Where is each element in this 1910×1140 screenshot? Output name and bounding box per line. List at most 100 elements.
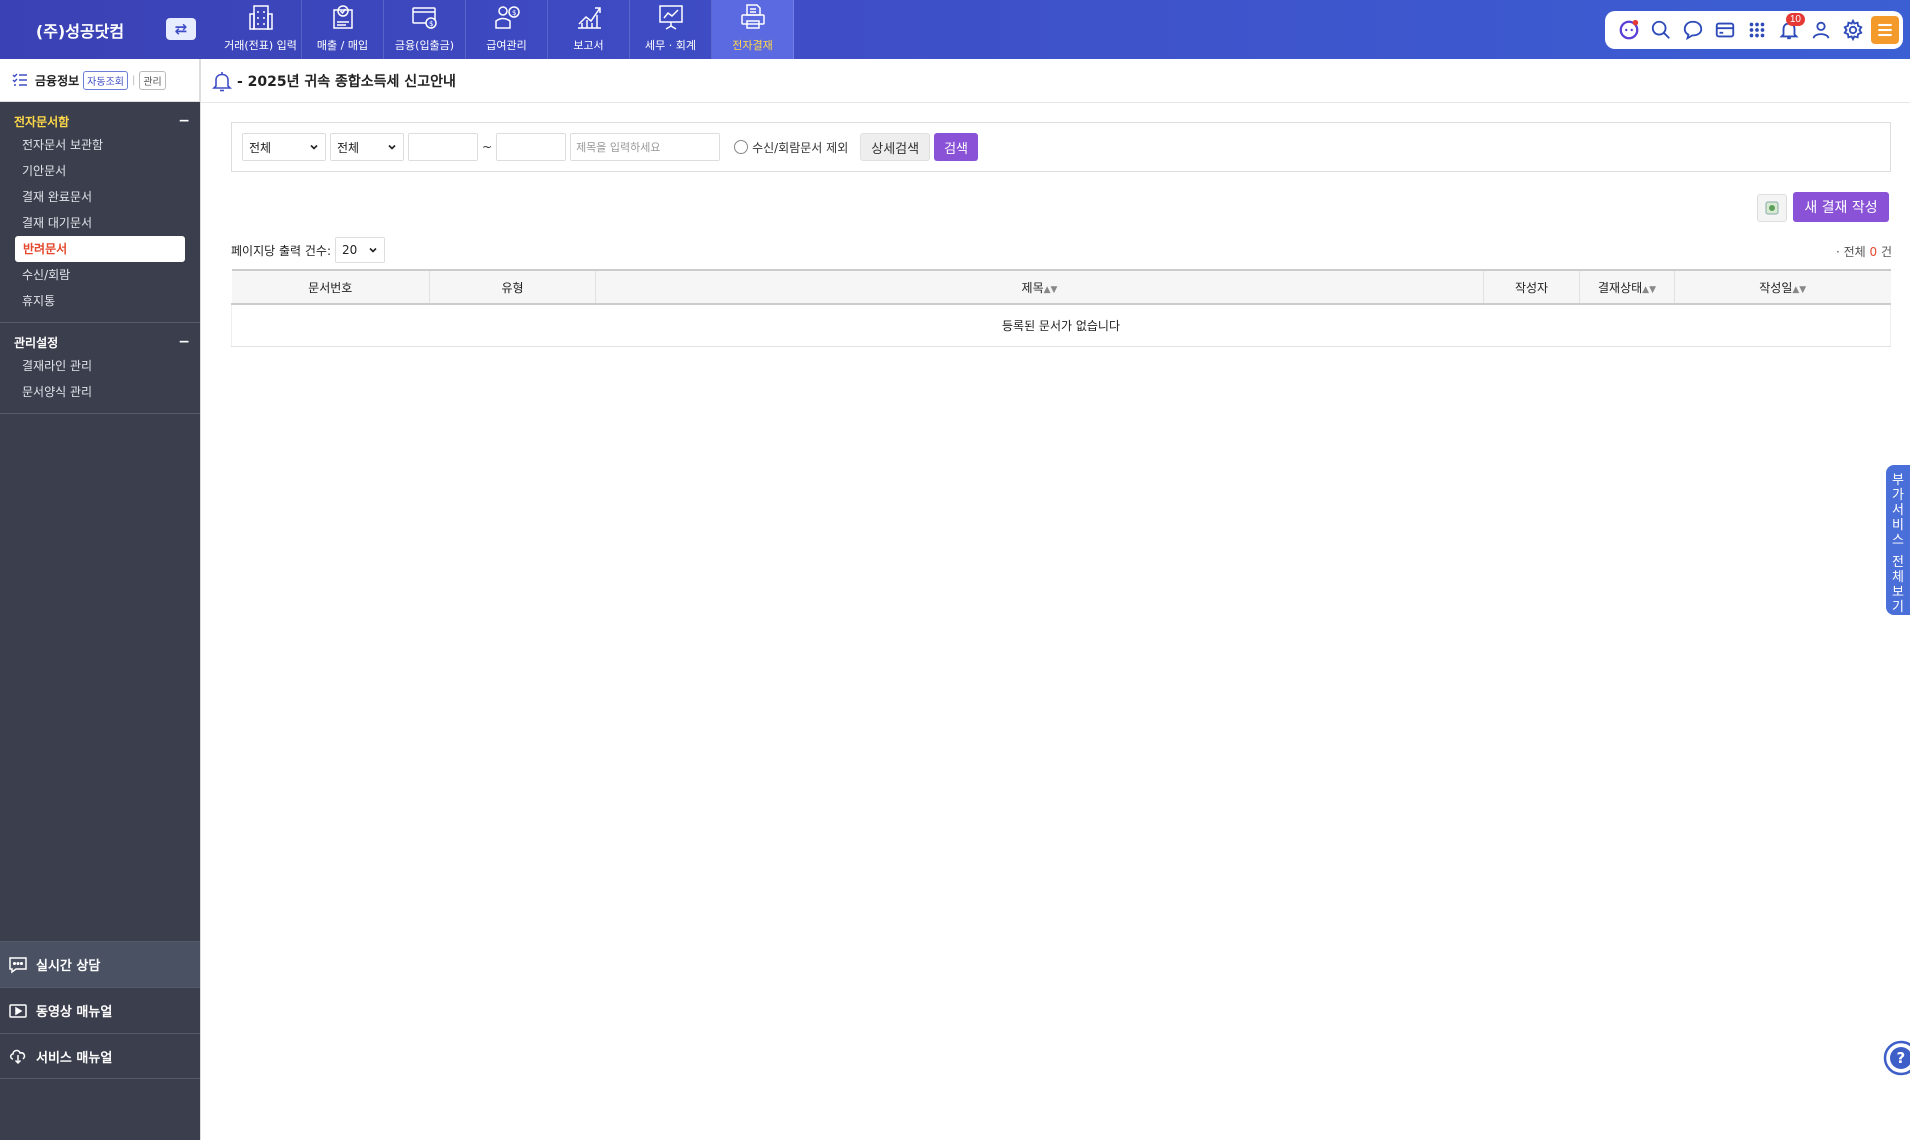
nav-label: 전자결재 bbox=[732, 39, 773, 52]
top-navigation-bar: (주)성공닷컴 ⇄ 거래(전표) 입력 매출 / 매입 $ 금융(입출금) $ … bbox=[0, 0, 1910, 59]
menu-item-trash[interactable]: 휴지통 bbox=[0, 288, 200, 314]
section-title: 전자문서함 bbox=[14, 114, 70, 129]
end-date-input[interactable] bbox=[496, 133, 567, 161]
per-page-control: 페이지당 출력 건수: 20 bbox=[231, 237, 385, 263]
collapse-icon[interactable]: − bbox=[178, 334, 190, 350]
notification-badge: 10 bbox=[1785, 13, 1805, 26]
svg-text:$: $ bbox=[429, 20, 433, 28]
total-prefix: · 전체 bbox=[1835, 245, 1866, 259]
profile-button[interactable] bbox=[1807, 16, 1835, 44]
chat-support-icon bbox=[9, 956, 27, 973]
section-header[interactable]: 관리설정 − bbox=[0, 331, 200, 353]
nav-tax-accounting[interactable]: 세무 · 회계 bbox=[630, 0, 712, 59]
notification-button[interactable]: 10 bbox=[1775, 13, 1805, 44]
svg-text:$: $ bbox=[512, 9, 516, 17]
col-date[interactable]: 작성일▲▼ bbox=[1674, 269, 1891, 305]
messenger-button[interactable] bbox=[1679, 16, 1707, 44]
chevron-down-icon bbox=[310, 144, 318, 150]
gear-icon bbox=[1843, 19, 1863, 41]
nav-sales-purchase[interactable]: 매출 / 매입 bbox=[302, 0, 384, 59]
addon-services-tab[interactable]: 부 가 서 비 스 전 체 보 기 bbox=[1886, 465, 1910, 615]
start-date-input[interactable] bbox=[408, 133, 478, 161]
collapse-icon[interactable]: − bbox=[178, 113, 190, 129]
date-type-select[interactable]: 전체 bbox=[330, 133, 404, 161]
chart-up-icon bbox=[577, 7, 601, 29]
nav-transaction-entry[interactable]: 거래(전표) 입력 bbox=[220, 0, 302, 59]
per-page-select[interactable]: 20 bbox=[335, 237, 385, 263]
menu-item-approval-line[interactable]: 결재라인 관리 bbox=[0, 353, 200, 379]
auto-query-button[interactable]: 자동조회 bbox=[83, 70, 128, 90]
payroll-person-icon: $ bbox=[494, 6, 520, 29]
company-name[interactable]: (주)성공닷컴 bbox=[0, 0, 160, 59]
menu-item-drafts[interactable]: 기안문서 bbox=[0, 158, 200, 184]
divider bbox=[201, 102, 1910, 103]
sidebar: 금융정보 자동조회 | 관리 전자문서함 − 전자문서 보관함 기안문서 결재 … bbox=[0, 59, 200, 1140]
section-title: 관리설정 bbox=[14, 335, 59, 350]
menu-item-doc-templates[interactable]: 문서양식 관리 bbox=[0, 379, 200, 405]
notice-bar[interactable]: - 2025년 귀속 종합소득세 신고안내 bbox=[211, 69, 456, 93]
column-label: 결재상태 bbox=[1597, 280, 1643, 295]
detail-search-button[interactable]: 상세검색 bbox=[860, 133, 931, 161]
chat-bubble-icon bbox=[1683, 20, 1703, 41]
switch-company-button[interactable]: ⇄ bbox=[166, 18, 196, 40]
card-button[interactable] bbox=[1711, 16, 1739, 44]
sort-icon[interactable]: ▲▼ bbox=[1792, 285, 1806, 295]
col-status[interactable]: 결재상태▲▼ bbox=[1579, 269, 1675, 305]
live-chat-link[interactable]: 실시간 상담 bbox=[0, 941, 200, 987]
section-header[interactable]: 전자문서함 − bbox=[0, 110, 200, 132]
sort-icon[interactable]: ▲▼ bbox=[1044, 285, 1058, 295]
finance-info-bar: 금융정보 자동조회 | 관리 bbox=[0, 59, 200, 102]
nav-finance[interactable]: $ 금융(입출금) bbox=[384, 0, 466, 59]
search-button[interactable] bbox=[1647, 16, 1675, 44]
title-search-input[interactable]: 제목을 입력하세요 bbox=[570, 133, 721, 161]
nav-label: 보고서 bbox=[573, 39, 604, 52]
svg-text:?: ? bbox=[1897, 1049, 1906, 1067]
col-doc-number: 문서번호 bbox=[231, 269, 430, 305]
building-icon bbox=[248, 5, 273, 30]
excel-download-button[interactable] bbox=[1757, 194, 1787, 222]
exclude-received-radio[interactable] bbox=[734, 140, 749, 154]
menu-item-rejected[interactable]: 반려문서 bbox=[15, 236, 185, 262]
finance-info-title: 금융정보 bbox=[35, 73, 80, 88]
link-label: 실시간 상담 bbox=[36, 959, 101, 974]
sort-icon[interactable]: ▲▼ bbox=[1642, 285, 1656, 295]
link-label: 서비스 매뉴얼 bbox=[36, 1050, 113, 1066]
table-header-row: 문서번호 유형 제목▲▼ 작성자 결재상태▲▼ 작성일▲▼ bbox=[231, 269, 1891, 305]
nav-payroll[interactable]: $ 급여관리 bbox=[466, 0, 548, 59]
settings-button[interactable] bbox=[1839, 16, 1867, 44]
total-suffix: 건 bbox=[1880, 245, 1892, 259]
menu-item-document-storage[interactable]: 전자문서 보관함 bbox=[0, 132, 200, 158]
doc-type-select[interactable]: 전체 bbox=[242, 133, 326, 161]
nav-label: 매출 / 매입 bbox=[316, 39, 369, 52]
search-button[interactable]: 검색 bbox=[934, 133, 979, 161]
section-divider bbox=[0, 322, 200, 323]
help-button[interactable]: ? bbox=[1881, 1040, 1910, 1076]
chatbot-button[interactable] bbox=[1615, 16, 1643, 44]
new-approval-button[interactable]: 새 결재 작성 bbox=[1793, 192, 1889, 222]
video-manual-link[interactable]: 동영상 매뉴얼 bbox=[0, 987, 200, 1033]
apps-button[interactable] bbox=[1743, 16, 1771, 44]
service-manual-link[interactable]: 서비스 매뉴얼 bbox=[0, 1033, 200, 1079]
select-value: 전체 bbox=[249, 140, 272, 155]
menu-item-approved[interactable]: 결재 완료문서 bbox=[0, 184, 200, 210]
column-label: 유형 bbox=[501, 280, 524, 295]
receipt-check-icon bbox=[332, 5, 353, 29]
menu-item-pending[interactable]: 결재 대기문서 bbox=[0, 210, 200, 236]
tab-char: 전 bbox=[1892, 555, 1904, 570]
nav-reports[interactable]: 보고서 bbox=[548, 0, 630, 59]
menu-item-received[interactable]: 수신/회람 bbox=[0, 262, 200, 288]
select-value: 전체 bbox=[337, 140, 360, 155]
nav-e-approval[interactable]: 전자결재 bbox=[712, 0, 794, 59]
full-menu-button[interactable] bbox=[1871, 16, 1899, 44]
video-play-icon bbox=[9, 1003, 27, 1018]
presentation-chart-icon bbox=[658, 5, 683, 30]
excel-icon bbox=[1765, 201, 1779, 215]
money-card-icon: $ bbox=[411, 7, 437, 29]
search-icon bbox=[1651, 20, 1670, 39]
section-divider bbox=[0, 413, 200, 414]
total-number: 0 bbox=[1869, 245, 1878, 259]
finance-manage-button[interactable]: 관리 bbox=[139, 70, 166, 90]
col-author: 작성자 bbox=[1483, 269, 1580, 305]
col-title[interactable]: 제목▲▼ bbox=[595, 269, 1484, 305]
menu-section-e-documents: 전자문서함 − 전자문서 보관함 기안문서 결재 완료문서 결재 대기문서 반려… bbox=[0, 110, 200, 314]
